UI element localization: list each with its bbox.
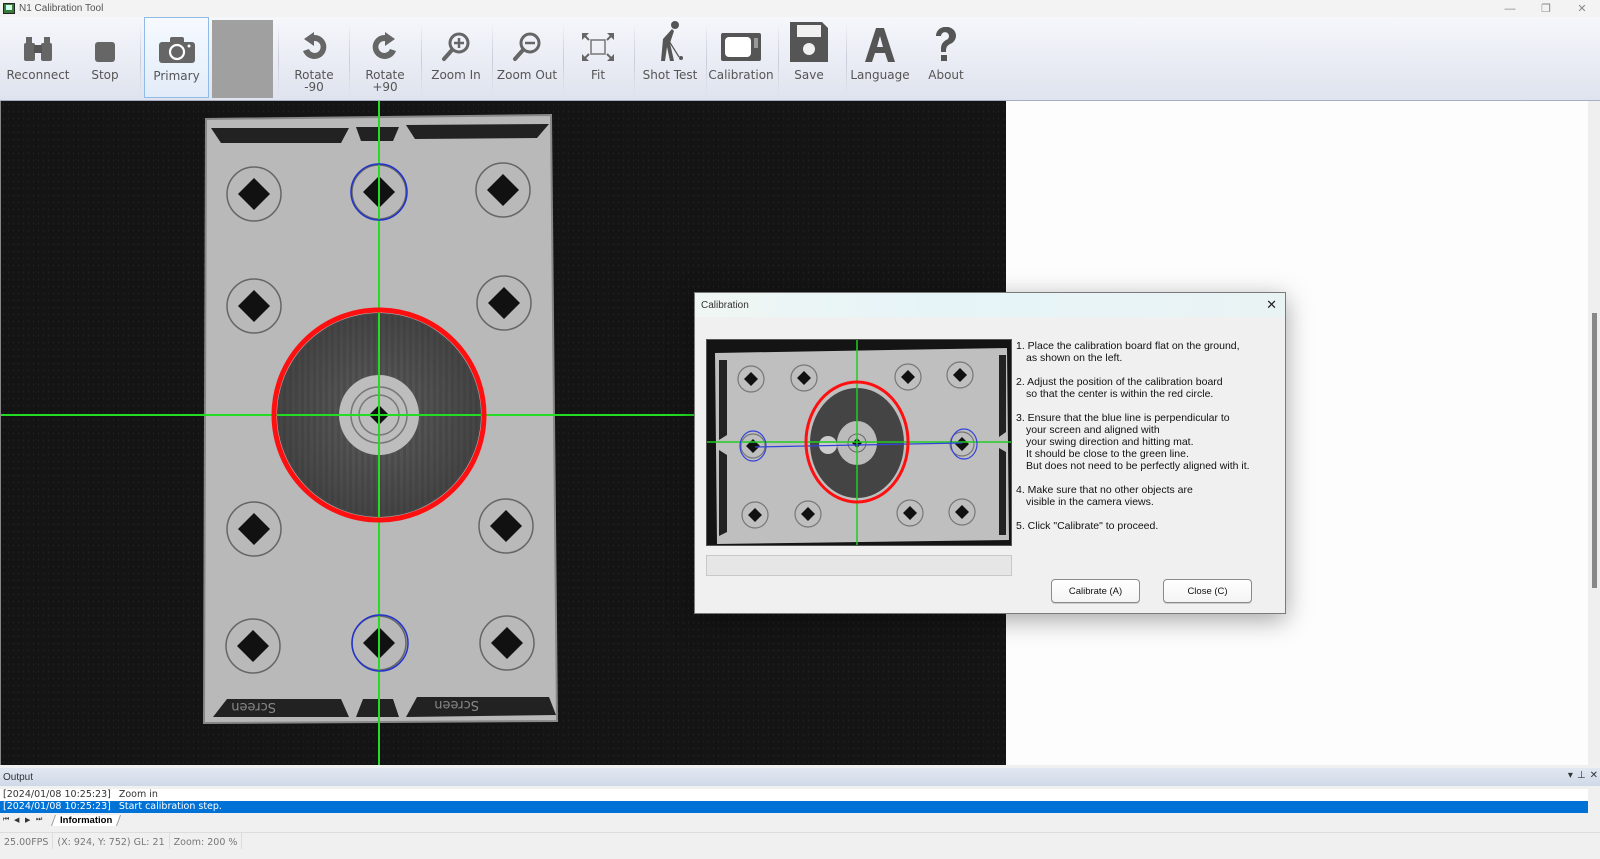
stop-icon	[94, 19, 116, 63]
about-button[interactable]: About	[918, 17, 974, 99]
status-bar: 25.00FPS (X: 924, Y: 752) GL: 21 Zoom: 2…	[0, 832, 1600, 859]
zoom-out-icon	[512, 19, 542, 63]
pin-icon[interactable]: ⊥	[1577, 770, 1586, 781]
instruction-line: 3. Ensure that the blue line is perpendi…	[1016, 412, 1230, 424]
prev-tab-icon[interactable]: ◀	[14, 816, 25, 824]
dialog-close-icon[interactable]: ✕	[1266, 297, 1277, 313]
shot-test-button[interactable]: Shot Test	[638, 17, 702, 99]
instruction-line: 2. Adjust the position of the calibratio…	[1016, 376, 1223, 388]
rotate-right-sublabel: +90	[372, 80, 398, 94]
rotate-left-sublabel: -90	[304, 80, 324, 94]
board-label: Screen	[434, 697, 479, 712]
floppy-icon	[789, 19, 829, 63]
fit-button[interactable]: Fit	[567, 17, 629, 99]
camera-icon	[158, 20, 196, 64]
instruction-step: 4. Make sure that no other objects are vi…	[1016, 484, 1281, 508]
scrollbar-thumb[interactable]	[1592, 313, 1597, 588]
instruction-step: 1. Place the calibration board flat on t…	[1016, 340, 1281, 364]
output-tabs: ⏮ ◀ ▶ ⏭ Information	[0, 813, 1600, 827]
fit-icon	[580, 19, 616, 63]
about-label: About	[928, 68, 964, 82]
reconnect-label: Reconnect	[6, 68, 70, 82]
calibration-dialog: Calibration ✕ 1. Place the calibration b…	[694, 292, 1286, 614]
primary-label: Primary	[153, 69, 200, 83]
secondary-camera-placeholder[interactable]	[212, 20, 273, 98]
fit-label: Fit	[590, 68, 606, 82]
calibrate-button[interactable]: Calibrate (A)	[1051, 579, 1140, 603]
first-tab-icon[interactable]: ⏮	[3, 816, 14, 824]
instruction-step: 3. Ensure that the blue line is perpendi…	[1016, 412, 1281, 472]
board-label: Screen	[231, 699, 276, 714]
save-label: Save	[794, 68, 824, 82]
calibration-preview	[706, 339, 1012, 546]
last-tab-icon[interactable]: ⏭	[36, 816, 47, 824]
question-icon	[933, 19, 959, 63]
output-header: Output ▾ ⊥ ✕	[0, 768, 1600, 786]
instruction-line: It should be close to the green line.	[1026, 448, 1189, 460]
dialog-title-bar[interactable]: Calibration ✕	[695, 293, 1285, 317]
instructions: 1. Place the calibration board flat on t…	[1016, 340, 1281, 544]
zoom-out-button[interactable]: Zoom Out	[495, 17, 559, 99]
instruction-line: 1. Place the calibration board flat on t…	[1016, 340, 1240, 352]
primary-camera-button[interactable]: Primary	[144, 17, 209, 98]
panel-close-icon[interactable]: ✕	[1590, 770, 1598, 781]
zoom-out-label: Zoom Out	[496, 68, 558, 82]
dialog-title: Calibration	[701, 299, 749, 311]
next-tab-icon[interactable]: ▶	[25, 816, 36, 824]
zoom-in-button[interactable]: Zoom In	[425, 17, 487, 99]
rotate-left-button[interactable]: Rotate -90	[284, 17, 344, 99]
instruction-line: 4. Make sure that no other objects are	[1016, 484, 1193, 496]
output-title: Output	[3, 771, 34, 783]
rotate-left-icon	[298, 19, 330, 63]
rotate-right-button[interactable]: Rotate +90	[355, 17, 415, 99]
close-dialog-button[interactable]: Close (C)	[1163, 579, 1252, 603]
toolbar: Reconnect Stop Primary Rotate -90 Rotate +…	[0, 17, 1600, 101]
cursor-readout: (X: 924, Y: 752) GL: 21	[53, 833, 170, 849]
zoom-readout: Zoom: 200 %	[170, 833, 243, 849]
letter-a-icon	[864, 19, 896, 63]
instruction-step: 5. Click "Calibrate" to proceed.	[1016, 520, 1281, 532]
window-title: N1 Calibration Tool	[19, 3, 104, 14]
zoom-in-icon	[441, 19, 471, 63]
tab-information[interactable]: Information	[50, 814, 122, 826]
instruction-line: so that the center is within the red cir…	[1026, 388, 1214, 400]
preview-board-image	[707, 340, 1011, 545]
instruction-line: as shown on the left.	[1026, 352, 1123, 364]
calibration-label: Calibration	[708, 68, 774, 82]
language-button[interactable]: Language	[849, 17, 911, 99]
instruction-line: 5. Click "Calibrate" to proceed.	[1016, 520, 1159, 532]
monitor-icon	[720, 19, 762, 63]
instruction-line: your swing direction and hitting mat.	[1026, 436, 1194, 448]
fps-readout: 25.00FPS	[0, 833, 54, 849]
close-window-button[interactable]: ✕	[1564, 0, 1600, 17]
instruction-line: your screen and aligned with	[1026, 424, 1160, 436]
log-entry[interactable]: [2024/01/08 10:25:23] Zoom in	[0, 789, 1588, 801]
instruction-step: 2. Adjust the position of the calibratio…	[1016, 376, 1281, 400]
stop-label: Stop	[91, 68, 119, 82]
vertical-scrollbar[interactable]	[1588, 101, 1600, 765]
golfer-icon	[655, 19, 685, 63]
restore-button[interactable]: ❐	[1528, 0, 1564, 17]
zoom-in-label: Zoom In	[431, 68, 481, 82]
stop-button[interactable]: Stop	[76, 17, 134, 99]
title-bar: N1 Calibration Tool — ❐ ✕	[0, 0, 1600, 17]
instruction-line: visible in the camera views.	[1026, 496, 1154, 508]
calibration-button[interactable]: Calibration	[708, 17, 774, 99]
rotate-right-icon	[369, 19, 401, 63]
calibration-progress-bar	[706, 555, 1012, 576]
instruction-line: But does not need to be perfectly aligne…	[1026, 460, 1250, 472]
app-icon	[3, 3, 15, 14]
minimize-button[interactable]: —	[1492, 0, 1528, 17]
binoculars-icon	[22, 19, 54, 63]
shot-test-label: Shot Test	[642, 68, 698, 82]
output-log[interactable]: [2024/01/08 10:25:23] Zoom in [2024/01/08…	[0, 789, 1588, 813]
log-entry-selected[interactable]: [2024/01/08 10:25:23] Start calibration s…	[0, 801, 1588, 813]
language-label: Language	[850, 68, 910, 82]
save-button[interactable]: Save	[780, 17, 838, 99]
panel-dropdown-icon[interactable]: ▾	[1568, 770, 1573, 781]
reconnect-button[interactable]: Reconnect	[4, 17, 72, 99]
